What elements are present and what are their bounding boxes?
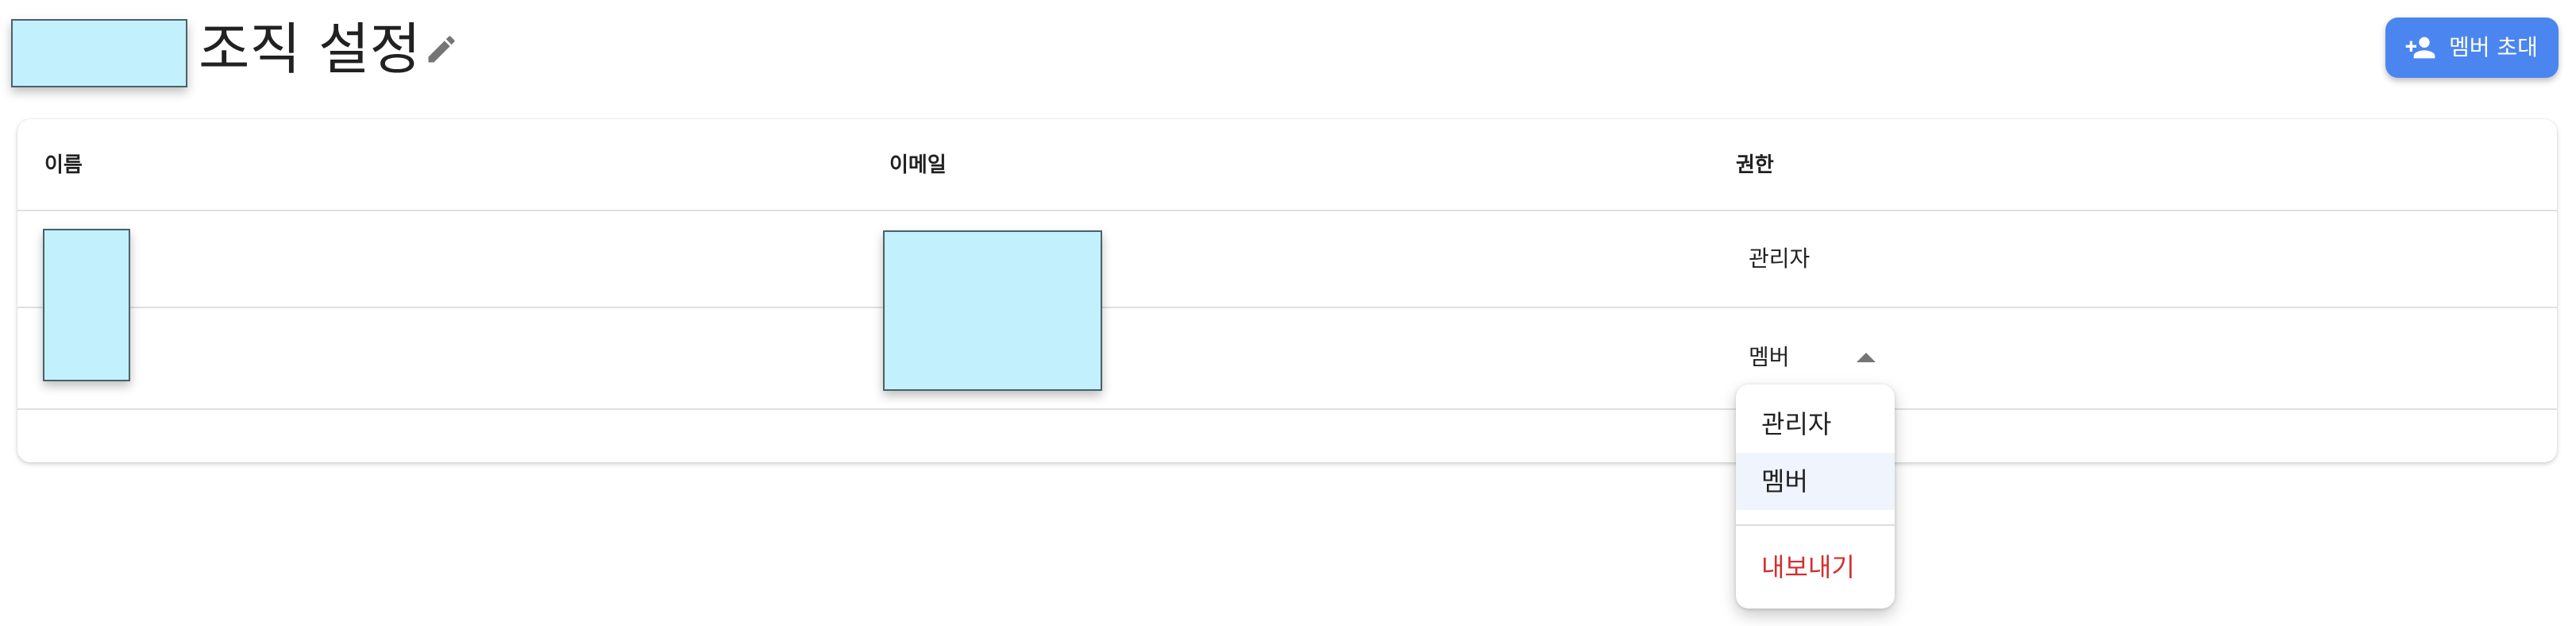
invite-member-button[interactable]: 멤버 초대 xyxy=(2385,17,2559,78)
page-root: 조직 설정 멤버 초대 이름 이메일 권한 관리자 멤버 관리자 멤버 내보내기 xyxy=(0,0,2576,626)
members-table: 이름 이메일 권한 관리자 멤버 xyxy=(17,119,2557,462)
invite-member-label: 멤버 초대 xyxy=(2449,34,2538,60)
menu-divider xyxy=(1736,524,1895,526)
column-header-name: 이름 xyxy=(44,153,83,177)
menu-item-admin[interactable]: 관리자 xyxy=(1736,396,1895,453)
organization-logo-redacted xyxy=(11,19,187,87)
member-names-redacted xyxy=(43,229,130,381)
member-emails-redacted xyxy=(883,230,1102,391)
column-header-role: 권한 xyxy=(1736,153,1774,177)
page-title: 조직 설정 xyxy=(199,17,421,82)
pencil-icon[interactable] xyxy=(424,32,459,67)
row-divider xyxy=(17,307,2557,308)
person-add-icon xyxy=(2405,37,2435,59)
menu-item-remove[interactable]: 내보내기 xyxy=(1736,539,1895,596)
column-header-email: 이메일 xyxy=(889,153,947,177)
menu-item-member[interactable]: 멤버 xyxy=(1736,453,1895,510)
row-divider xyxy=(17,408,2557,410)
member-role-select[interactable]: 멤버 xyxy=(1749,342,1790,373)
caret-up-icon[interactable] xyxy=(1857,351,1876,362)
role-dropdown-menu: 관리자 멤버 내보내기 xyxy=(1736,384,1895,609)
header-divider xyxy=(17,210,2557,211)
member-role-text: 관리자 xyxy=(1749,245,1811,272)
